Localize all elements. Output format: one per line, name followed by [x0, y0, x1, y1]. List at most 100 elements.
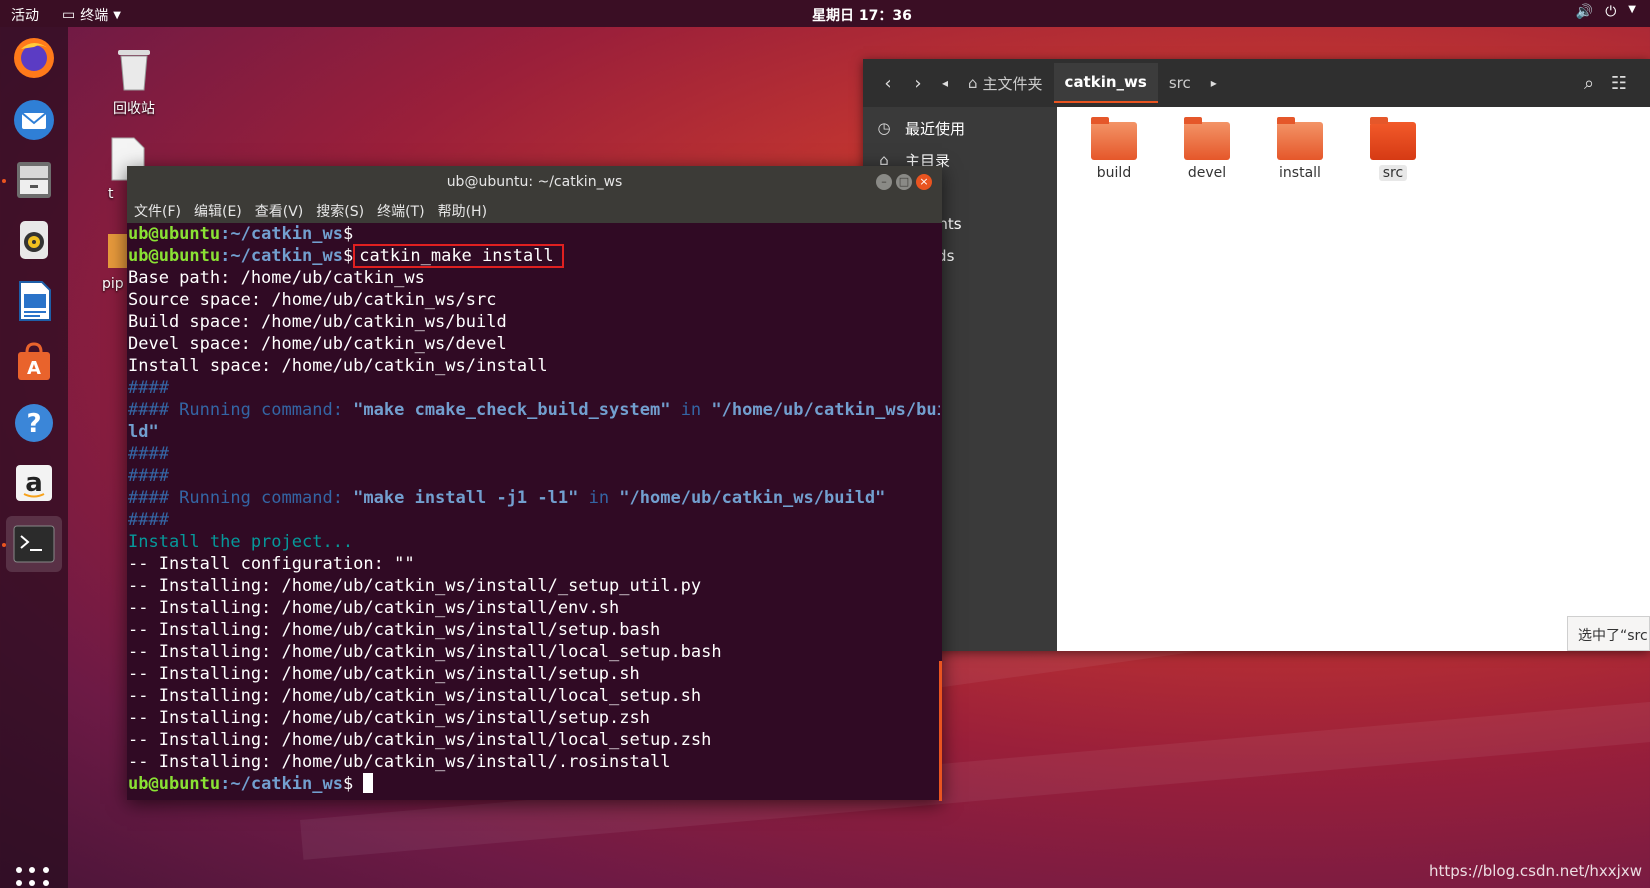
folder-icon: [1091, 117, 1137, 160]
terminal-line: ub@ubuntu:~/catkin_ws$ catkin_make instal…: [128, 244, 940, 268]
menu-terminal[interactable]: 终端(T): [377, 201, 424, 221]
folder-build[interactable]: build: [1079, 117, 1149, 181]
terminal-app-icon: ▭: [62, 7, 76, 23]
volume-icon[interactable]: 🔊: [1576, 4, 1593, 20]
trash-icon: [118, 50, 150, 91]
power-icon[interactable]: ⏻: [1605, 4, 1616, 20]
dock: A ? a: [0, 27, 68, 888]
terminal-line: ####: [128, 466, 169, 486]
menu-view[interactable]: 查看(V): [255, 201, 304, 221]
terminal-line: -- Installing: /home/ub/catkin_ws/instal…: [128, 642, 722, 662]
terminal-line: -- Installing: /home/ub/catkin_ws/instal…: [128, 598, 620, 618]
sidebar-item-recent[interactable]: ◷ 最近使用: [863, 113, 1057, 143]
terminal-line: -- Installing: /home/ub/catkin_ws/instal…: [128, 708, 650, 728]
svg-text:A: A: [27, 358, 41, 379]
folder-icon: [1184, 117, 1230, 160]
terminal-output[interactable]: ub@ubuntu:~/catkin_ws$ ub@ubuntu:~/catkin…: [128, 223, 940, 800]
text-cursor: [363, 773, 374, 793]
show-applications-button[interactable]: [16, 867, 52, 888]
menu-file[interactable]: 文件(F): [134, 201, 181, 221]
file-manager-window: ‹ › ◂ ⌂ 主文件夹 catkin_ws src ▸ ⌕ ☷ ◷ 最近使用 …: [863, 59, 1650, 651]
minimize-button[interactable]: –: [876, 174, 892, 190]
terminal-menubar: 文件(F) 编辑(E) 查看(V) 搜索(S) 终端(T) 帮助(H): [127, 198, 942, 223]
rhythmbox-icon[interactable]: [6, 212, 62, 268]
clock[interactable]: 星期日 17：36: [812, 5, 912, 25]
menu-search[interactable]: 搜索(S): [316, 201, 364, 221]
top-bar: 活动 ▭ 终端 ▼ 星期日 17：36 🔊 ⏻ ▼: [0, 0, 1650, 27]
terminal-line: #### Running command: "make install -j1 …: [128, 488, 886, 508]
breadcrumb-right-arrow[interactable]: ▸: [1202, 68, 1226, 98]
terminal-line: Devel space: /home/ub/catkin_ws/devel: [128, 334, 507, 354]
folder-label: src: [1378, 165, 1408, 181]
scrollbar[interactable]: [939, 661, 942, 801]
software-center-icon[interactable]: A: [6, 334, 62, 390]
folder-devel[interactable]: devel: [1172, 117, 1242, 181]
app-menu[interactable]: ▭ 终端 ▼: [62, 5, 121, 25]
terminal-line: -- Install configuration: "": [128, 554, 415, 574]
terminal-line: -- Installing: /home/ub/catkin_ws/instal…: [128, 620, 661, 640]
view-options-icon[interactable]: ☷: [1604, 68, 1634, 98]
svg-text:a: a: [25, 468, 43, 498]
app-menu-label: 终端: [80, 8, 109, 24]
selection-status: 选中了“src: [1567, 616, 1650, 651]
terminal-line: ####: [128, 378, 169, 398]
sidebar-item-label: 最近使用: [905, 119, 966, 138]
system-tray[interactable]: 🔊 ⏻ ▼: [1576, 4, 1636, 20]
activities-button[interactable]: 活动: [11, 5, 39, 25]
trash-label: 回收站: [113, 101, 155, 117]
terminal-title: ub@ubuntu: ~/catkin_ws: [446, 174, 623, 190]
terminal-line: -- Installing: /home/ub/catkin_ws/instal…: [128, 576, 702, 596]
terminal-line: ub@ubuntu:~/catkin_ws$: [128, 773, 940, 795]
thunderbird-icon[interactable]: [6, 92, 62, 148]
clock-icon: ◷: [877, 119, 891, 137]
breadcrumb-catkin-ws[interactable]: catkin_ws: [1053, 63, 1158, 103]
forward-button[interactable]: ›: [903, 68, 933, 98]
breadcrumb-home[interactable]: ⌂ 主文件夹: [957, 63, 1054, 103]
search-icon[interactable]: ⌕: [1574, 68, 1604, 98]
terminal-line: ####: [128, 444, 169, 464]
terminal-line: #### Running command: "make cmake_check_…: [128, 400, 940, 420]
back-button[interactable]: ‹: [873, 68, 903, 98]
watermark: https://blog.csdn.net/hxxjxw: [1428, 862, 1642, 880]
files-icon[interactable]: [6, 152, 62, 208]
terminal-line: ld": [128, 422, 159, 442]
terminal-line: -- Installing: /home/ub/catkin_ws/instal…: [128, 664, 640, 684]
firefox-icon[interactable]: [6, 30, 62, 86]
folder-label: devel: [1187, 165, 1227, 181]
terminal-line: Build space: /home/ub/catkin_ws/build: [128, 312, 507, 332]
terminal-titlebar[interactable]: ub@ubuntu: ~/catkin_ws – □ ×: [127, 166, 942, 198]
terminal-icon[interactable]: [6, 516, 62, 572]
close-button[interactable]: ×: [916, 174, 932, 190]
folder-label: build: [1096, 165, 1132, 181]
folder-install[interactable]: install: [1265, 117, 1335, 181]
terminal-line: Source space: /home/ub/catkin_ws/src: [128, 290, 497, 310]
amazon-icon[interactable]: a: [6, 455, 62, 511]
menu-help[interactable]: 帮助(H): [438, 201, 487, 221]
folder-icon: [1370, 117, 1416, 160]
file-manager-headerbar: ‹ › ◂ ⌂ 主文件夹 catkin_ws src ▸ ⌕ ☷: [863, 59, 1650, 107]
folder-label: install: [1279, 165, 1321, 181]
terminal-window: ub@ubuntu: ~/catkin_ws – □ × 文件(F) 编辑(E)…: [127, 166, 942, 801]
menu-edit[interactable]: 编辑(E): [194, 201, 242, 221]
terminal-line: -- Installing: /home/ub/catkin_ws/instal…: [128, 686, 702, 706]
terminal-line: -- Installing: /home/ub/catkin_ws/instal…: [128, 752, 671, 772]
breadcrumb-home-label: 主文件夹: [982, 74, 1043, 93]
folder-src[interactable]: src: [1358, 117, 1428, 181]
breadcrumb-left-arrow[interactable]: ◂: [933, 68, 957, 98]
file-view: build devel install src: [1057, 107, 1650, 651]
help-icon[interactable]: ?: [6, 395, 62, 451]
trash-desktop-icon[interactable]: 回收站: [104, 44, 164, 118]
terminal-line: ub@ubuntu:~/catkin_ws$: [128, 224, 354, 244]
chevron-down-icon[interactable]: ▼: [1628, 4, 1636, 20]
chevron-down-icon: ▼: [113, 9, 121, 21]
terminal-line: ####: [128, 510, 169, 530]
maximize-button[interactable]: □: [896, 174, 912, 190]
svg-text:?: ?: [26, 409, 41, 439]
terminal-line: Install space: /home/ub/catkin_ws/instal…: [128, 356, 548, 376]
home-icon: ⌂: [968, 74, 978, 92]
writer-icon[interactable]: [6, 273, 62, 329]
terminal-line: Base path: /home/ub/catkin_ws: [128, 268, 425, 288]
highlighted-command: catkin_make install: [353, 244, 564, 268]
folder-icon: [1277, 117, 1323, 160]
breadcrumb-src[interactable]: src: [1158, 63, 1202, 103]
